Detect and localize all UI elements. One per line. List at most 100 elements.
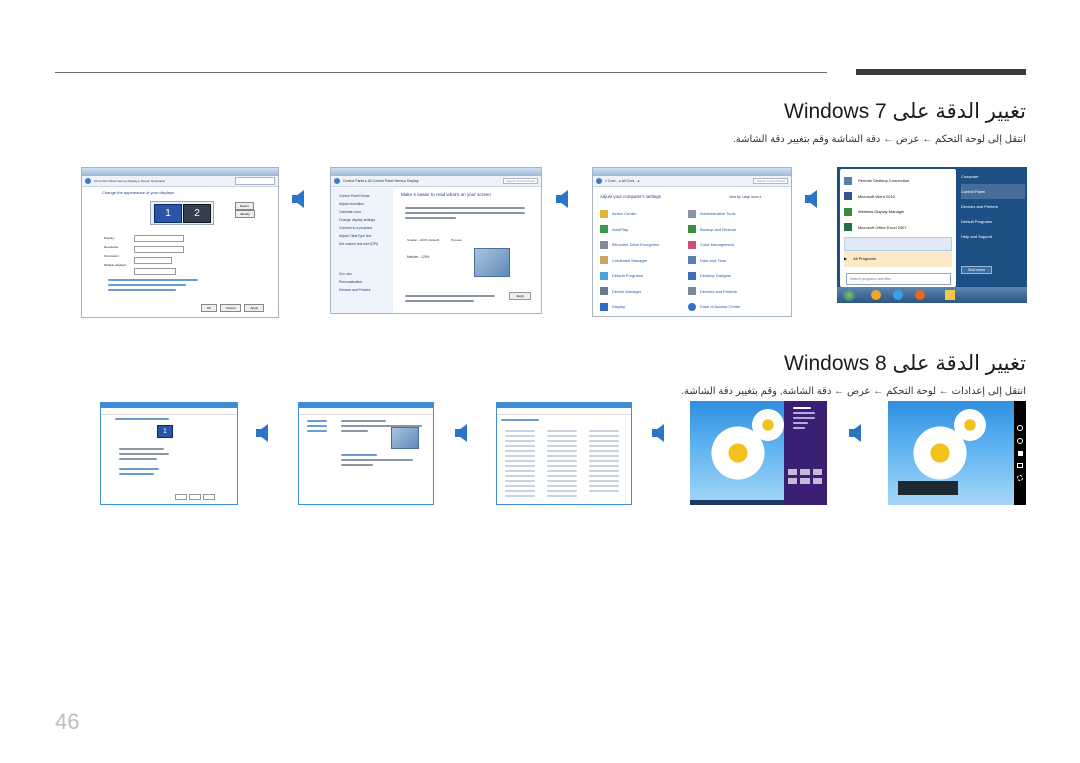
back-icon [85, 178, 91, 184]
identify-button: Identify [235, 210, 255, 218]
search-box: Search Control Panel [503, 178, 538, 184]
daisy-flower [952, 407, 988, 443]
address-bar [299, 408, 433, 415]
devices-icon [1017, 463, 1023, 468]
taskbar-icon [945, 290, 955, 300]
start-menu-left-pane: Remote Desktop Connection Microsoft Word… [840, 169, 956, 287]
address-bar [101, 408, 237, 415]
cp-item: Action Center [600, 206, 659, 222]
arrow-left-icon [556, 190, 568, 208]
ease-of-access-icon [688, 302, 696, 311]
sidebar-item: Connect to a projector [339, 226, 373, 230]
start-icon [1017, 451, 1023, 456]
address-text: « Cont... ▸ All Cont... ▸ [605, 179, 640, 183]
preview-image [474, 248, 510, 277]
display-label: Display: [104, 236, 115, 240]
taskbar [690, 500, 784, 505]
resolution-dropdown [134, 246, 184, 253]
sidebar-item: Change display settings [339, 218, 376, 222]
win8-display-screenshot [298, 402, 434, 505]
sidebar-item: Calibrate color [339, 210, 361, 214]
action-center-icon [600, 209, 608, 218]
sidebar-item: Adjust resolution [339, 202, 365, 206]
win8-charms-screenshot [888, 401, 1026, 505]
search-box: Search Control Panel [753, 178, 788, 184]
back-icon [334, 178, 340, 184]
arrow-left-icon [805, 190, 817, 208]
monitor-2-icon: 2 [183, 204, 211, 223]
back-icon [596, 178, 602, 184]
win8-screen-resolution-screenshot: 1 [100, 402, 238, 505]
taskbar-icon [893, 290, 903, 300]
monitor-1-icon: 1 [157, 425, 173, 438]
cp-item: Display [600, 299, 659, 315]
backup-restore-icon [688, 225, 696, 234]
address-bar: « Cont... ▸ All Cont... ▸ Search Control… [593, 176, 791, 187]
cp-item: Desktop Gadgets [688, 268, 740, 284]
start-right-item: Default Programs [961, 219, 993, 224]
multiple-displays-label: Multiple displays: [104, 263, 127, 267]
apply-button: Apply [244, 304, 264, 312]
detect-button: Detect [235, 202, 254, 210]
resolution-title: Change the appearance of your displays [102, 190, 174, 195]
cp-item: Ease of Access Center [688, 299, 740, 315]
start-menu-item: Microsoft Word 2010 [844, 189, 956, 205]
cp-title: Adjust your computer's settings [600, 194, 661, 199]
apply-button: Apply [509, 292, 531, 300]
taskbar-icon [915, 290, 925, 300]
date-time-overlay [898, 481, 958, 495]
resolution-label: Resolution: [104, 245, 120, 249]
arrow-left-icon [652, 424, 664, 442]
credential-manager-icon [600, 256, 608, 265]
cancel-button: Cancel [220, 304, 242, 312]
desktop-gadgets-icon [688, 271, 696, 280]
win7-display-screenshot: Control Panel ▸ All Control Panel Items … [330, 167, 542, 314]
display-icon [600, 302, 608, 311]
start-menu-item: Microsoft Office Excel 2007 [844, 220, 956, 236]
monitor-1-icon: 1 [154, 204, 182, 223]
window-titlebar [593, 168, 791, 176]
cp-item: Color Management [688, 237, 740, 253]
preview-label: Preview [451, 238, 462, 242]
view-by-label: View by: [729, 195, 742, 199]
settings-tiles [788, 469, 822, 484]
start-right-item: Computer [961, 174, 979, 179]
date-time-icon [688, 256, 696, 265]
win8-control-panel-screenshot [496, 402, 632, 505]
administrative-tools-icon [688, 209, 696, 218]
arrow-left-icon [455, 424, 467, 442]
preview-image [391, 427, 419, 449]
see-also-item: Devices and Printers [339, 288, 371, 292]
search-icon [1017, 425, 1023, 431]
sidebar-item: Adjust ClearType text [339, 234, 372, 238]
cp-item: Default Programs [600, 268, 659, 284]
default-programs-icon [600, 271, 608, 280]
taskbar [837, 287, 1027, 303]
orientation-dropdown [134, 257, 172, 264]
start-menu-item: Remote Desktop Connection [844, 173, 956, 189]
address-text: All Control Panel Items ▸ Display ▸ Scre… [94, 179, 166, 183]
win8-settings-charm-screenshot [690, 401, 827, 505]
charms-bar [1014, 401, 1026, 505]
share-icon [1017, 438, 1023, 444]
sidebar-item: Control Panel Home [339, 194, 370, 198]
see-also-item: Personalization [339, 280, 363, 284]
arrow-left-icon [292, 190, 304, 208]
address-text: Control Panel ▸ All Control Panel Items … [343, 179, 419, 183]
option-medium: Medium - 125% [407, 255, 430, 259]
win7-heading: تغيير الدقة على Windows 7 [784, 100, 1026, 123]
taskbar-icon [871, 290, 881, 300]
device-manager-icon [600, 287, 608, 296]
option-smaller: Smaller - 100% (default) [407, 238, 440, 242]
color-management-icon [688, 240, 696, 249]
cp-item: Administrative Tools [688, 206, 740, 222]
arrow-left-icon [256, 424, 268, 442]
autoplay-icon [600, 225, 608, 234]
cp-item: Date and Time [688, 253, 740, 269]
warning-note [401, 292, 499, 305]
sidebar-item: Set custom text size (DPI) [339, 242, 379, 246]
start-right-item: Devices and Printers [961, 204, 998, 209]
start-menu-right-pane: Computer Control Panel Devices and Print… [961, 169, 1025, 244]
page-number: 46 [55, 709, 80, 734]
address-bar [497, 408, 631, 415]
